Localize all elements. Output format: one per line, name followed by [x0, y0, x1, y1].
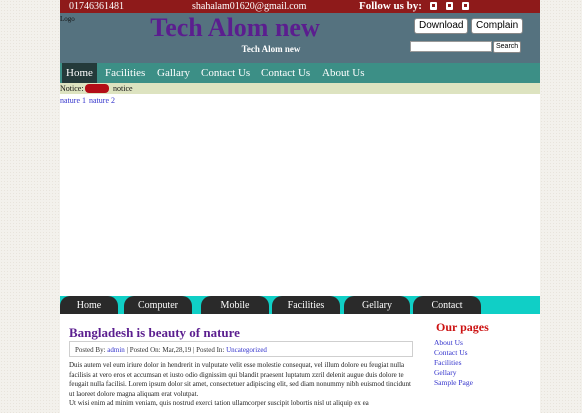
notice-marker: [85, 84, 109, 93]
facebook-icon[interactable]: [430, 2, 437, 10]
posted-by-label: Posted By:: [75, 346, 106, 354]
top-bar: 01746361481 shahalam01620@gmail.com Foll…: [60, 0, 540, 13]
menu-tab-home[interactable]: Home: [60, 296, 118, 314]
download-button[interactable]: Download: [414, 18, 469, 34]
sidebar-link-sample-page[interactable]: Sample Page: [434, 378, 473, 387]
nav-contact-us-2[interactable]: Contact Us: [257, 63, 314, 83]
slider-links: nature 1 nature 2: [60, 96, 118, 105]
page-container: 01746361481 shahalam01620@gmail.com Foll…: [60, 0, 540, 413]
sidebar-link-gellary[interactable]: Gellary: [434, 368, 457, 377]
sidebar-link-about-us[interactable]: About Us: [434, 338, 463, 347]
linkedin-icon[interactable]: [462, 2, 469, 10]
menu-tab-gellary[interactable]: Gellary: [344, 296, 410, 314]
site-header: Logo Tech Alom new Tech Alom new Downloa…: [60, 13, 540, 63]
nav-contact-us[interactable]: Contact Us: [197, 63, 254, 83]
sidebar-link-contact-us[interactable]: Contact Us: [434, 348, 468, 357]
notice-label: Notice:: [60, 84, 84, 93]
sidebar-link-facilities[interactable]: Facilities: [434, 358, 462, 367]
twitter-icon[interactable]: [446, 2, 453, 10]
phone-number: 01746361481: [69, 1, 124, 12]
post-category-link[interactable]: Uncategorized: [226, 346, 267, 354]
post-paragraph-2: Ut wisi enim ad minim veniam, quis nostr…: [69, 399, 369, 407]
menu-tab-contact[interactable]: Contact: [413, 296, 481, 314]
menu-tab-computer[interactable]: Computer: [124, 296, 192, 314]
nav-gallary[interactable]: Gallary: [153, 63, 194, 83]
main-nav: Home Facilities Gallary Contact Us Conta…: [60, 63, 540, 83]
search-input[interactable]: [410, 41, 492, 52]
complain-button[interactable]: Complain: [471, 18, 524, 34]
posted-on-text: | Posted On: Mar,28,19 | Posted In:: [126, 346, 225, 354]
search-button[interactable]: Search: [493, 41, 522, 53]
menu-tab-facilities[interactable]: Facilities: [272, 296, 340, 314]
site-title[interactable]: Tech Alom new: [60, 13, 410, 43]
nav-home[interactable]: Home: [62, 63, 97, 83]
sidebar-title: Our pages: [436, 320, 489, 334]
post-meta: Posted By: admin | Posted On: Mar,28,19 …: [69, 341, 413, 357]
post-title[interactable]: Bangladesh is beauty of nature: [69, 325, 240, 341]
notice-bar: Notice: notice: [60, 83, 540, 94]
post-author-link[interactable]: admin: [107, 346, 125, 354]
secondary-menu: Home Computer Mobile Facilities Gellary …: [60, 296, 540, 314]
notice-text: notice: [113, 84, 133, 93]
slider-link-nature-2[interactable]: nature 2: [89, 96, 115, 105]
nav-about-us[interactable]: About Us: [318, 63, 368, 83]
follow-label: Follow us by:: [359, 0, 422, 12]
post-paragraph-1: Duis autem vel eum iriure dolor in hendr…: [69, 361, 411, 398]
email-address: shahalam01620@gmail.com: [192, 1, 307, 12]
slider-link-nature-1[interactable]: nature 1: [60, 96, 86, 105]
post-body: Duis autem vel eum iriure dolor in hendr…: [69, 361, 416, 409]
nav-facilities[interactable]: Facilities: [101, 63, 149, 83]
menu-tab-mobile[interactable]: Mobile: [201, 296, 269, 314]
